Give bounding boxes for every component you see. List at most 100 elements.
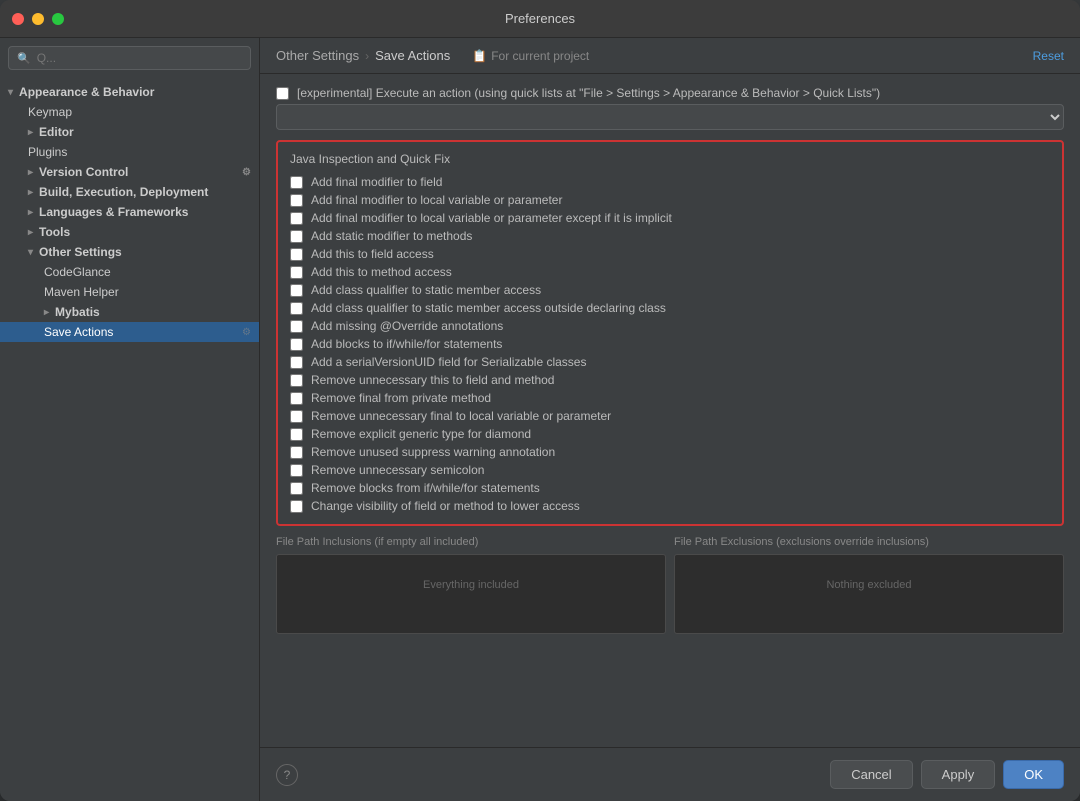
help-button[interactable]: ? <box>276 764 298 786</box>
clipboard-icon: 📋 <box>472 49 487 63</box>
sidebar-item-label: Languages & Frameworks <box>39 205 188 219</box>
inspection-label-add-final-local-implicit: Add final modifier to local variable or … <box>311 211 672 225</box>
sidebar-item-languages[interactable]: ▸ Languages & Frameworks <box>0 202 259 222</box>
chevron-right-icon: ▸ <box>28 207 33 218</box>
inspection-checkbox-add-static-methods[interactable] <box>290 230 303 243</box>
inspection-label-remove-final-private: Remove final from private method <box>311 391 491 405</box>
sidebar-item-maven-helper[interactable]: Maven Helper <box>0 282 259 302</box>
sidebar-item-label: Editor <box>39 125 74 139</box>
settings-icon: ⚙ <box>242 327 251 338</box>
inspection-item: Add class qualifier to static member acc… <box>290 282 1050 298</box>
for-project-label: 📋 For current project <box>472 49 589 63</box>
inspection-item: Add blocks to if/while/for statements <box>290 336 1050 352</box>
inspection-checkbox-remove-semicolon[interactable] <box>290 464 303 477</box>
reset-button[interactable]: Reset <box>1033 49 1064 63</box>
preferences-window: Preferences 🔍 ▾ Appearance & Behavior Ke… <box>0 0 1080 801</box>
inspection-checkbox-remove-final-local[interactable] <box>290 410 303 423</box>
inspection-label-add-this-field: Add this to field access <box>311 247 434 261</box>
sidebar-item-keymap[interactable]: Keymap <box>0 102 259 122</box>
inspection-checkbox-remove-this[interactable] <box>290 374 303 387</box>
inspection-items: Add final modifier to field Add final mod… <box>290 174 1050 514</box>
inspection-checkbox-add-serial[interactable] <box>290 356 303 369</box>
search-input[interactable] <box>37 51 242 65</box>
cancel-button[interactable]: Cancel <box>830 760 912 789</box>
sidebar-item-version-control[interactable]: ▸ Version Control ⚙ <box>0 162 259 182</box>
inspection-checkbox-add-blocks[interactable] <box>290 338 303 351</box>
inspection-item: Remove blocks from if/while/for statemen… <box>290 480 1050 496</box>
titlebar: Preferences <box>0 0 1080 38</box>
inspection-item: Add final modifier to field <box>290 174 1050 190</box>
inspection-label-add-class-qualifier-outside: Add class qualifier to static member acc… <box>311 301 666 315</box>
filepath-inclusions-list: Everything included <box>276 554 666 634</box>
content-body: [experimental] Execute an action (using … <box>260 74 1080 747</box>
chevron-right-icon: ▸ <box>28 187 33 198</box>
inspection-item: Add final modifier to local variable or … <box>290 192 1050 208</box>
sidebar-item-build[interactable]: ▸ Build, Execution, Deployment <box>0 182 259 202</box>
sidebar-item-plugins[interactable]: Plugins <box>0 142 259 162</box>
inspection-checkbox-add-final-local-implicit[interactable] <box>290 212 303 225</box>
inspection-checkbox-add-class-qualifier[interactable] <box>290 284 303 297</box>
inspection-checkbox-add-class-qualifier-outside[interactable] <box>290 302 303 315</box>
sidebar-item-label: Build, Execution, Deployment <box>39 185 208 199</box>
minimize-button[interactable] <box>32 13 44 25</box>
inspection-checkbox-add-this-field[interactable] <box>290 248 303 261</box>
inspection-item: Remove unnecessary this to field and met… <box>290 372 1050 388</box>
search-box[interactable]: 🔍 <box>8 46 251 70</box>
sidebar-item-other-settings[interactable]: ▾ Other Settings <box>0 242 259 262</box>
chevron-right-icon: ▸ <box>44 307 49 318</box>
inspection-label-add-final-field: Add final modifier to field <box>311 175 442 189</box>
inspection-label-add-blocks: Add blocks to if/while/for statements <box>311 337 502 351</box>
ok-button[interactable]: OK <box>1003 760 1064 789</box>
inspection-item: Add a serialVersionUID field for Seriali… <box>290 354 1050 370</box>
chevron-right-icon: ▸ <box>28 227 33 238</box>
inspection-label-add-final-local: Add final modifier to local variable or … <box>311 193 562 207</box>
inspection-checkbox-change-visibility[interactable] <box>290 500 303 513</box>
sidebar-item-label: Save Actions <box>44 325 113 339</box>
dropdown-row <box>276 104 1064 130</box>
vcs-icon: ⚙ <box>242 167 251 178</box>
inspection-item: Remove final from private method <box>290 390 1050 406</box>
chevron-right-icon: ▸ <box>28 127 33 138</box>
breadcrumb-separator: › <box>365 49 369 63</box>
filepath-inclusions-empty: Everything included <box>281 559 661 611</box>
sidebar-item-codeglance[interactable]: CodeGlance <box>0 262 259 282</box>
inspection-label-add-override: Add missing @Override annotations <box>311 319 503 333</box>
inspection-checkbox-add-final-local[interactable] <box>290 194 303 207</box>
apply-button[interactable]: Apply <box>921 760 996 789</box>
action-dropdown[interactable] <box>276 104 1064 130</box>
inspection-label-add-static-methods: Add static modifier to methods <box>311 229 472 243</box>
inspection-label-remove-this: Remove unnecessary this to field and met… <box>311 373 554 387</box>
experimental-checkbox-row: [experimental] Execute an action (using … <box>276 86 1064 100</box>
inspection-checkbox-remove-blocks[interactable] <box>290 482 303 495</box>
inspection-item: Change visibility of field or method to … <box>290 498 1050 514</box>
experimental-checkbox[interactable] <box>276 87 289 100</box>
inspection-checkbox-remove-suppress[interactable] <box>290 446 303 459</box>
inspection-checkbox-remove-generic[interactable] <box>290 428 303 441</box>
sidebar: 🔍 ▾ Appearance & Behavior Keymap ▸ Edito… <box>0 38 260 801</box>
search-icon: 🔍 <box>17 52 31 65</box>
inspection-checkbox-add-override[interactable] <box>290 320 303 333</box>
sidebar-item-appearance[interactable]: ▾ Appearance & Behavior <box>0 82 259 102</box>
inspection-label-remove-semicolon: Remove unnecessary semicolon <box>311 463 484 477</box>
main-content: 🔍 ▾ Appearance & Behavior Keymap ▸ Edito… <box>0 38 1080 801</box>
close-button[interactable] <box>12 13 24 25</box>
breadcrumb-parent: Other Settings <box>276 48 359 63</box>
filepath-exclusions-list: Nothing excluded <box>674 554 1064 634</box>
filepath-exclusions-empty: Nothing excluded <box>679 559 1059 611</box>
inspection-checkbox-remove-final-private[interactable] <box>290 392 303 405</box>
inspection-item: Remove unnecessary semicolon <box>290 462 1050 478</box>
inspection-item: Add static modifier to methods <box>290 228 1050 244</box>
breadcrumb: Other Settings › Save Actions 📋 For curr… <box>276 48 1025 63</box>
sidebar-item-editor[interactable]: ▸ Editor <box>0 122 259 142</box>
sidebar-item-label: Mybatis <box>55 305 100 319</box>
maximize-button[interactable] <box>52 13 64 25</box>
content-header: Other Settings › Save Actions 📋 For curr… <box>260 38 1080 74</box>
inspection-checkbox-add-final-field[interactable] <box>290 176 303 189</box>
sidebar-item-mybatis[interactable]: ▸ Mybatis <box>0 302 259 322</box>
inspection-checkbox-add-this-method[interactable] <box>290 266 303 279</box>
sidebar-tree: ▾ Appearance & Behavior Keymap ▸ Editor … <box>0 78 259 801</box>
filepath-inclusions-col: File Path Inclusions (if empty all inclu… <box>276 536 666 634</box>
sidebar-item-save-actions[interactable]: Save Actions ⚙ <box>0 322 259 342</box>
sidebar-item-label: Version Control <box>39 165 128 179</box>
sidebar-item-tools[interactable]: ▸ Tools <box>0 222 259 242</box>
